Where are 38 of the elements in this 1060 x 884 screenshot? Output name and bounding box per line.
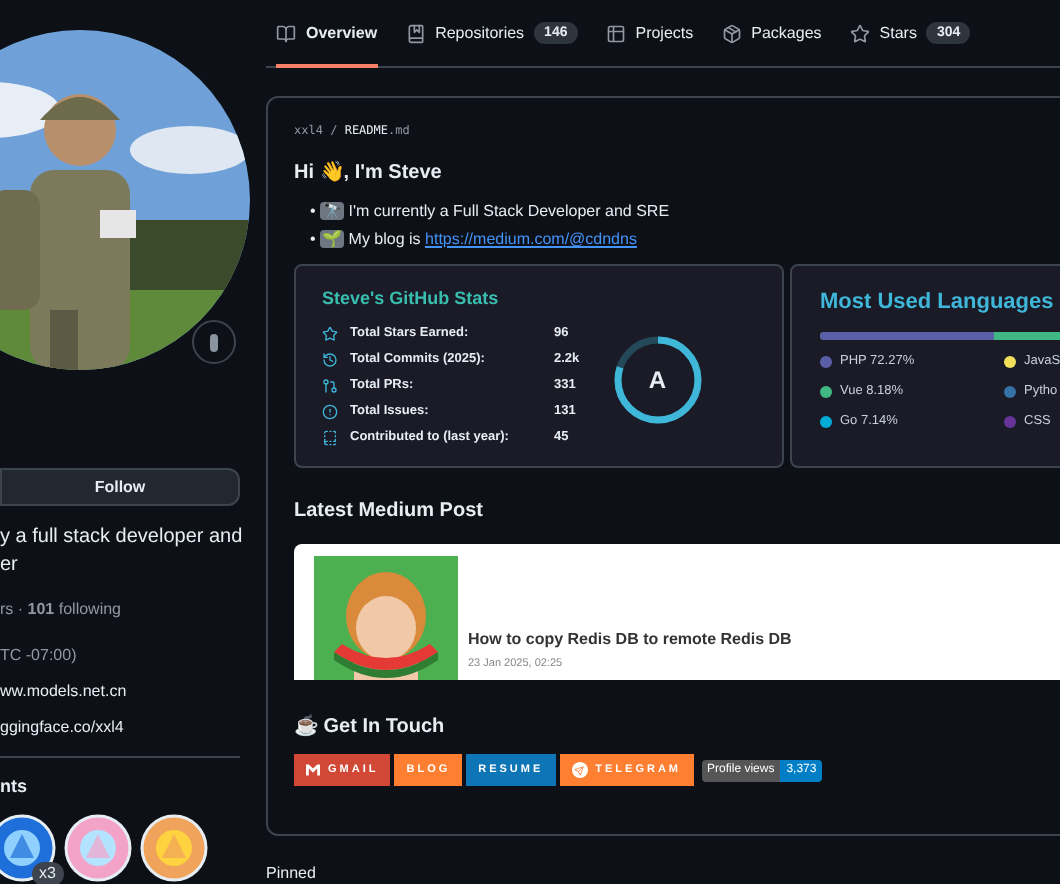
achievement-badge-icon[interactable] <box>64 813 132 881</box>
profile-tab[interactable]: Overview <box>276 3 378 67</box>
readme-heading: Hi 👋, I'm Steve <box>294 159 444 188</box>
local-time: TC -07:00) <box>0 644 79 668</box>
medium-heading: Latest Medium Post <box>294 498 485 526</box>
rank-ring <box>609 332 706 428</box>
tab-icon <box>276 23 296 43</box>
tab-icon <box>721 23 742 43</box>
post-title: How to copy Redis DB to remote Redis DB <box>468 627 792 652</box>
send-icon <box>571 762 588 778</box>
stat-icon <box>322 404 338 420</box>
achievement-badge-icon[interactable] <box>140 813 208 881</box>
blog-link[interactable]: https://medium.com/@cdndns <box>425 230 637 248</box>
rank-grade: A <box>648 368 666 392</box>
stats-title: Steve's GitHub Stats <box>322 286 501 312</box>
stat-icon <box>322 430 338 446</box>
profile-tab[interactable]: Projects <box>605 3 694 67</box>
contact-heading: ☕ Get In Touch <box>294 714 447 742</box>
mail-icon <box>306 764 320 776</box>
profile-link[interactable]: ww.models.net.cn <box>0 680 240 704</box>
tab-icon <box>405 23 426 43</box>
readme-bullet: • 🌱 My blog is https://medium.com/@cdndns <box>310 228 639 252</box>
languages-title: Most Used Languages <box>820 288 1056 318</box>
status-button[interactable] <box>192 320 236 364</box>
profile-link[interactable]: ggingface.co/xxl4 <box>0 716 240 740</box>
achievements-heading: nts <box>0 774 29 800</box>
readme-bullet: • 🔭 I'm currently a Full Stack Developer and SRE <box>310 200 672 224</box>
tab-icon <box>605 23 626 43</box>
pinned-heading: Pinned <box>266 862 318 884</box>
follower-count[interactable]: rs · 101 following <box>0 598 240 622</box>
stat-icon <box>322 326 338 342</box>
stat-icon <box>322 352 338 368</box>
bio-text: y a full stack developer and er <box>0 524 240 580</box>
stat-icon <box>322 378 338 394</box>
profile-tab[interactable]: Packages <box>721 3 822 67</box>
follow-button[interactable]: Follow <box>0 468 240 506</box>
tab-icon <box>849 23 870 43</box>
achievement-badge-icon[interactable] <box>0 813 56 881</box>
